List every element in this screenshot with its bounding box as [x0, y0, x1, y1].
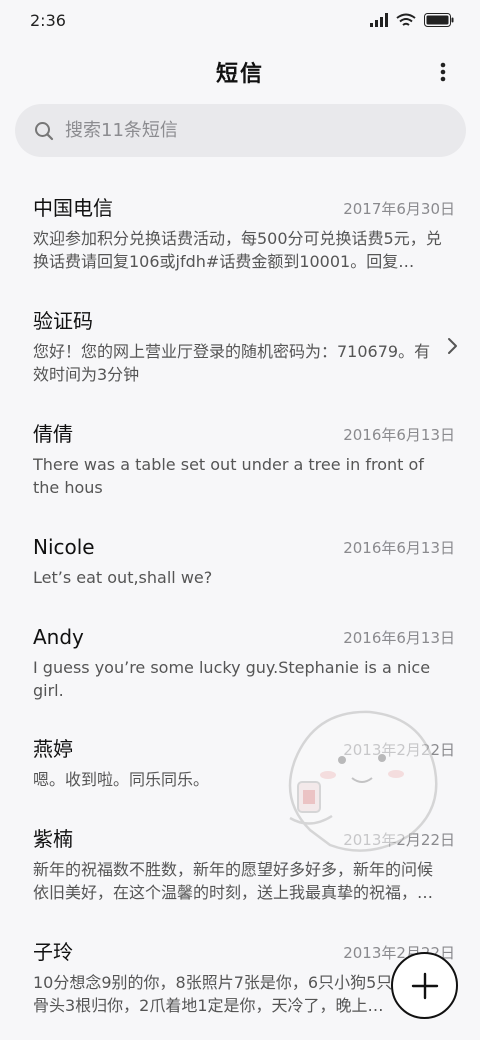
conversation-date: 2016年6月13日 [343, 426, 455, 444]
more-options-button[interactable] [428, 54, 458, 90]
conversation-preview: There was a table set out under a tree i… [33, 455, 424, 497]
search-bar[interactable] [15, 104, 466, 157]
conversation-preview: Let’s eat out,shall we? [33, 568, 213, 587]
search-input[interactable] [65, 120, 425, 141]
conversation-sender: 验证码 [33, 309, 93, 333]
more-vertical-icon [440, 62, 446, 82]
battery-icon [424, 13, 454, 27]
wifi-icon [396, 13, 416, 26]
conversation-item[interactable]: 验证码 您好！您的网上营业厅登录的随机密码为：710679。有效时间为3分钟 [0, 307, 480, 386]
status-time: 2:36 [30, 10, 66, 30]
conversation-preview: 欢迎参加积分兑换话费活动，每500分可兑换话费5元，兑换话费请回复106或jfd… [33, 229, 442, 271]
search-icon [35, 121, 54, 140]
conversation-preview: 10分想念9别的你，8张照片7张是你，6只小狗5只，4根骨头3根归你，2爪着地1… [33, 973, 435, 1015]
conversation-preview: 您好！您的网上营业厅登录的随机密码为：710679。有效时间为3分钟 [33, 342, 431, 384]
conversation-date: 2016年6月13日 [343, 629, 455, 647]
app-header: 短信 [0, 40, 480, 104]
conversation-date: 2017年6月30日 [343, 200, 455, 218]
conversation-item[interactable]: Nicole 2016年6月13日 Let’s eat out,shall we… [0, 533, 480, 589]
compose-button[interactable] [391, 952, 458, 1019]
conversation-date: 2016年6月13日 [343, 539, 455, 557]
status-bar: 2:36 [0, 0, 480, 40]
plus-icon [411, 972, 438, 999]
signal-icon [370, 13, 388, 27]
page-title: 短信 [215, 62, 264, 87]
status-icons [370, 13, 454, 28]
sticker-icon [288, 710, 438, 852]
conversation-item[interactable]: 倩倩 2016年6月13日 There was a table set out … [0, 420, 480, 499]
chevron-right-icon [448, 338, 457, 354]
conversation-item[interactable]: 中国电信 2017年6月30日 欢迎参加积分兑换话费活动，每500分可兑换话费5… [0, 194, 480, 273]
